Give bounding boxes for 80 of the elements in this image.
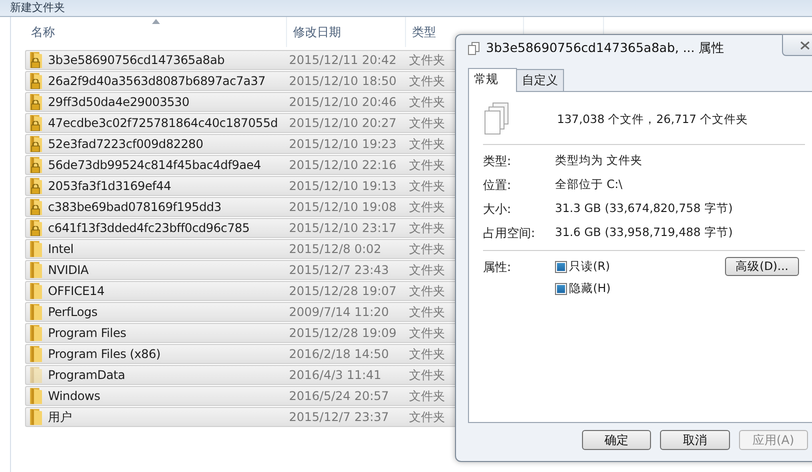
- file-type: 文件夹: [409, 282, 445, 300]
- modified-date: 2015/12/28 19:07: [289, 284, 398, 298]
- tab[interactable]: 常规: [468, 68, 517, 92]
- property-label: 位置:: [483, 177, 512, 194]
- file-type: 文件夹: [409, 388, 445, 404]
- modified-date: 2015/12/10 19:23: [289, 137, 398, 151]
- modified-date: 2015/12/7 23:37: [289, 410, 390, 424]
- file-type: 文件夹: [409, 156, 445, 174]
- file-type: 文件夹: [409, 366, 445, 384]
- file-type: 文件夹: [409, 52, 445, 68]
- modified-date: 2016/2/18 14:50: [289, 347, 390, 361]
- file-name: 3b3e58690756cd147365a8ab: [48, 53, 226, 67]
- modified-date: 2015/12/10 18:50: [289, 74, 398, 88]
- file-type: 文件夹: [409, 408, 445, 426]
- property-value: 31.3 GB (33,674,820,758 字节): [555, 201, 734, 217]
- file-type: 文件夹: [409, 346, 445, 362]
- file-name: NVIDIA: [48, 263, 90, 277]
- file-name: Windows: [48, 389, 102, 403]
- modified-date: 2015/12/7 23:43: [289, 263, 390, 277]
- dialog-button[interactable]: 确定: [582, 430, 652, 450]
- file-type: 文件夹: [409, 304, 445, 320]
- tab[interactable]: 自定义: [516, 69, 564, 91]
- file-type: 文件夹: [409, 262, 445, 278]
- modified-date: 2015/12/10 19:08: [289, 200, 398, 214]
- modified-date: 2016/4/3 11:41: [289, 368, 382, 382]
- file-type: 文件夹: [409, 94, 445, 110]
- file-name: 用户: [48, 408, 73, 426]
- file-name: c383be69bad078169f195dd3: [48, 200, 222, 214]
- documents-icon: [468, 42, 480, 54]
- dialog-button[interactable]: 取消: [660, 430, 730, 450]
- property-value: 全部位于 C:\: [555, 177, 624, 193]
- file-type: 文件夹: [409, 324, 445, 342]
- modified-date: 2015/12/10 20:27: [289, 116, 398, 130]
- file-name: 56de73db99524c814f45bac4df9ae4: [48, 158, 262, 172]
- property-label: 类型:: [483, 153, 512, 170]
- file-name: ProgramData: [48, 368, 126, 382]
- file-type: 文件夹: [409, 198, 445, 216]
- file-name: 29ff3d50da4e29003530: [48, 95, 190, 109]
- column-header[interactable]: 名称: [25, 17, 287, 47]
- close-icon: [800, 40, 810, 50]
- advanced-button[interactable]: 高级(D)...: [725, 257, 799, 276]
- column-header[interactable]: 修改日期: [287, 17, 406, 47]
- summary-text: 137,038 个文件，26,717 个文件夹: [557, 112, 748, 126]
- property-label: 占用空间:: [483, 225, 536, 242]
- file-type: 文件夹: [409, 72, 445, 90]
- file-type: 文件夹: [409, 240, 445, 258]
- modified-date: 2015/12/28 19:09: [289, 326, 398, 340]
- modified-date: 2015/12/10 20:46: [289, 95, 398, 109]
- property-label: 大小:: [483, 201, 512, 218]
- file-name: 26a2f9d40a3563d8087b6897ac7a37: [48, 74, 266, 88]
- file-name: c641f13f3dded4fc23bff0cd96c785: [48, 221, 251, 235]
- checkbox[interactable]: [555, 260, 567, 272]
- file-type: 文件夹: [409, 178, 445, 194]
- window-title: 新建文件夹: [10, 1, 65, 14]
- documents-icon: [483, 102, 511, 136]
- file-name: 2053fa3f1d3169ef44: [48, 179, 172, 193]
- property-value: 类型均为 文件夹: [555, 153, 644, 169]
- file-name: 47ecdbe3c02f725781864c40c187055d: [48, 116, 279, 130]
- file-name: Program Files (x86): [48, 347, 162, 361]
- file-name: OFFICE14: [48, 284, 106, 298]
- property-value: 31.6 GB (33,958,719,488 字节): [555, 225, 734, 241]
- modified-date: 2016/5/24 20:57: [289, 389, 390, 403]
- modified-date: 2015/12/8 0:02: [289, 242, 382, 256]
- file-type: 文件夹: [409, 220, 445, 236]
- attribute-checkbox[interactable]: 隐藏(H): [555, 281, 725, 296]
- file-name: PerfLogs: [48, 305, 98, 319]
- file-name: 52e3fad7223cf009d82280: [48, 137, 204, 151]
- file-name: Intel: [48, 242, 75, 256]
- modified-date: 2015/12/10 19:13: [289, 179, 398, 193]
- file-type: 文件夹: [409, 136, 445, 152]
- sort-arrow-icon: [152, 19, 160, 24]
- modified-date: 2015/12/11 20:42: [289, 53, 398, 67]
- modified-date: 2015/12/10 23:17: [289, 221, 398, 235]
- file-name: Program Files: [48, 326, 128, 340]
- file-type: 文件夹: [409, 114, 445, 132]
- attributes-label: 属性:: [483, 259, 512, 276]
- checkbox[interactable]: [555, 282, 567, 294]
- modified-date: 2009/7/14 11:20: [289, 305, 390, 319]
- attribute-checkbox[interactable]: 只读(R): [555, 259, 725, 274]
- modified-date: 2015/12/10 22:16: [289, 158, 398, 172]
